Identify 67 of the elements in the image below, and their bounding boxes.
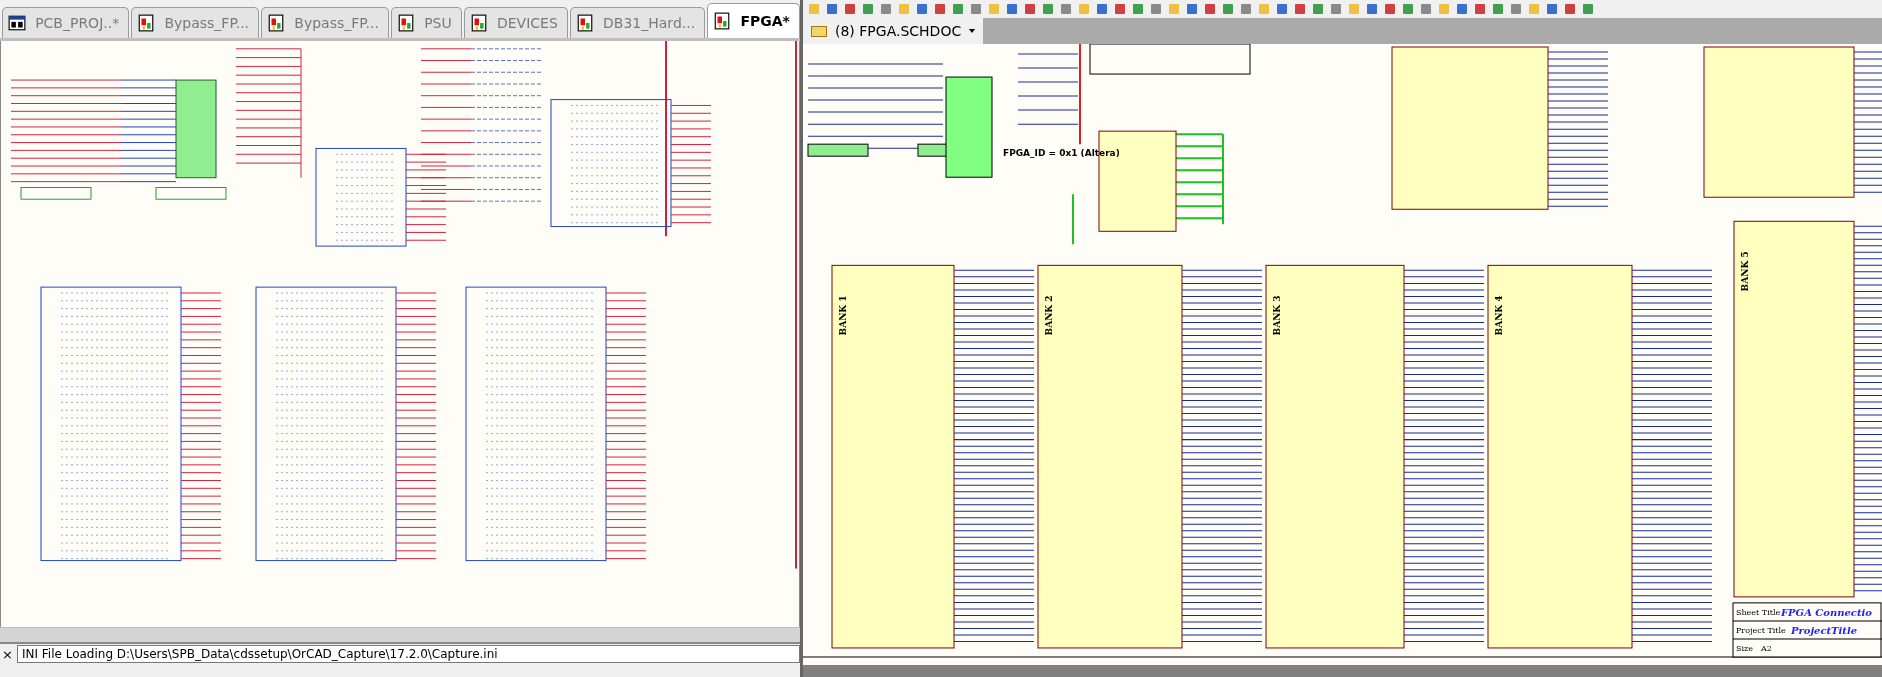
toolbar-icon[interactable]	[1149, 2, 1163, 16]
toolbar-icon[interactable]	[1329, 2, 1343, 16]
toolbar-icon[interactable]	[1365, 2, 1379, 16]
toolbar-icon[interactable]	[969, 2, 983, 16]
field-label: Sheet Title	[1736, 607, 1781, 617]
toolbar-icon[interactable]	[1473, 2, 1487, 16]
toolbar-icon[interactable]	[1509, 2, 1523, 16]
toolbar-icon[interactable]	[1095, 2, 1109, 16]
schematic-document-icon	[267, 13, 286, 33]
toolbar-icon[interactable]	[933, 2, 947, 16]
toolbar-icon[interactable]	[1311, 2, 1325, 16]
caret-icon	[969, 29, 976, 33]
toolbar-icon[interactable]	[915, 2, 929, 16]
bank-label: BANK 3	[1272, 295, 1282, 336]
toolbar-icon[interactable]	[951, 2, 965, 16]
toolbar-icon[interactable]	[1455, 2, 1469, 16]
toolbar-icon[interactable]	[1239, 2, 1253, 16]
toolbar-icon[interactable]	[861, 2, 875, 16]
toolbar-icon[interactable]	[1023, 2, 1037, 16]
document-tab[interactable]: (8) FPGA.SCHDOC	[803, 18, 984, 44]
project-title: ProjectTitle	[1791, 624, 1858, 636]
toolbar-icon[interactable]	[825, 2, 839, 16]
field-label: Project Title	[1736, 625, 1786, 635]
document-tab[interactable]: DEVICES	[463, 7, 568, 38]
id-note: FPGA_ID = 0x1 (Altera)	[1003, 148, 1120, 159]
folder-icon	[811, 25, 827, 37]
schematic-document-icon	[469, 13, 488, 33]
project-icon	[8, 13, 26, 33]
scrollbar[interactable]	[0, 627, 800, 642]
document-tab[interactable]: FPGA*	[707, 3, 800, 38]
toolbar-icon[interactable]	[843, 2, 857, 16]
toolbar-icon[interactable]	[1059, 2, 1073, 16]
bank-label: BANK 2	[1044, 295, 1054, 336]
toolbar-icon[interactable]	[1563, 2, 1577, 16]
toolbar-icon[interactable]	[1275, 2, 1289, 16]
bank-label: BANK 1	[838, 295, 848, 336]
toolbar-icon[interactable]	[1545, 2, 1559, 16]
toolbar-icon[interactable]	[1581, 2, 1595, 16]
toolbar-icon[interactable]	[1041, 2, 1055, 16]
sheet-title: FPGA Connectio	[1781, 606, 1873, 618]
toolbar-icon[interactable]	[1401, 2, 1415, 16]
toolbar-icon[interactable]	[1383, 2, 1397, 16]
schematic-document-icon	[713, 11, 732, 31]
toolbar-icon[interactable]	[1293, 2, 1307, 16]
sheet-size: A2	[1761, 643, 1772, 653]
toolbar-icon[interactable]	[879, 2, 893, 16]
document-tab[interactable]: DB31_Hard...	[569, 7, 706, 38]
toolbar-icon[interactable]	[1221, 2, 1235, 16]
toolbar-icon[interactable]	[1419, 2, 1433, 16]
toolbar-icon[interactable]	[1491, 2, 1505, 16]
document-tab[interactable]: Bypass_FP...	[261, 7, 389, 38]
document-tab[interactable]: PCB_PROJ..*	[2, 7, 130, 38]
toolbar-icon[interactable]	[1131, 2, 1145, 16]
status-message: INI File Loading D:\Users\SPB_Data\cdssetup\OrCAD_Capture\17.2.0\Capture.ini	[16, 645, 800, 663]
document-tab[interactable]: Bypass_FP...	[131, 7, 260, 38]
toolbar-icon[interactable]	[1185, 2, 1199, 16]
bank-label: BANK 4	[1494, 295, 1504, 336]
schematic-document-icon	[137, 13, 156, 33]
schematic-document-icon	[397, 13, 415, 33]
toolbar-icon[interactable]	[1113, 2, 1127, 16]
toolbar-icon[interactable]	[1005, 2, 1019, 16]
bank-label: BANK 5	[1740, 251, 1750, 292]
field-label: Size	[1736, 643, 1753, 653]
close-icon[interactable]: ×	[2, 646, 13, 662]
schematic-document-icon	[575, 13, 594, 33]
document-tab[interactable]: PSU	[391, 7, 462, 38]
toolbar-icon[interactable]	[1203, 2, 1217, 16]
